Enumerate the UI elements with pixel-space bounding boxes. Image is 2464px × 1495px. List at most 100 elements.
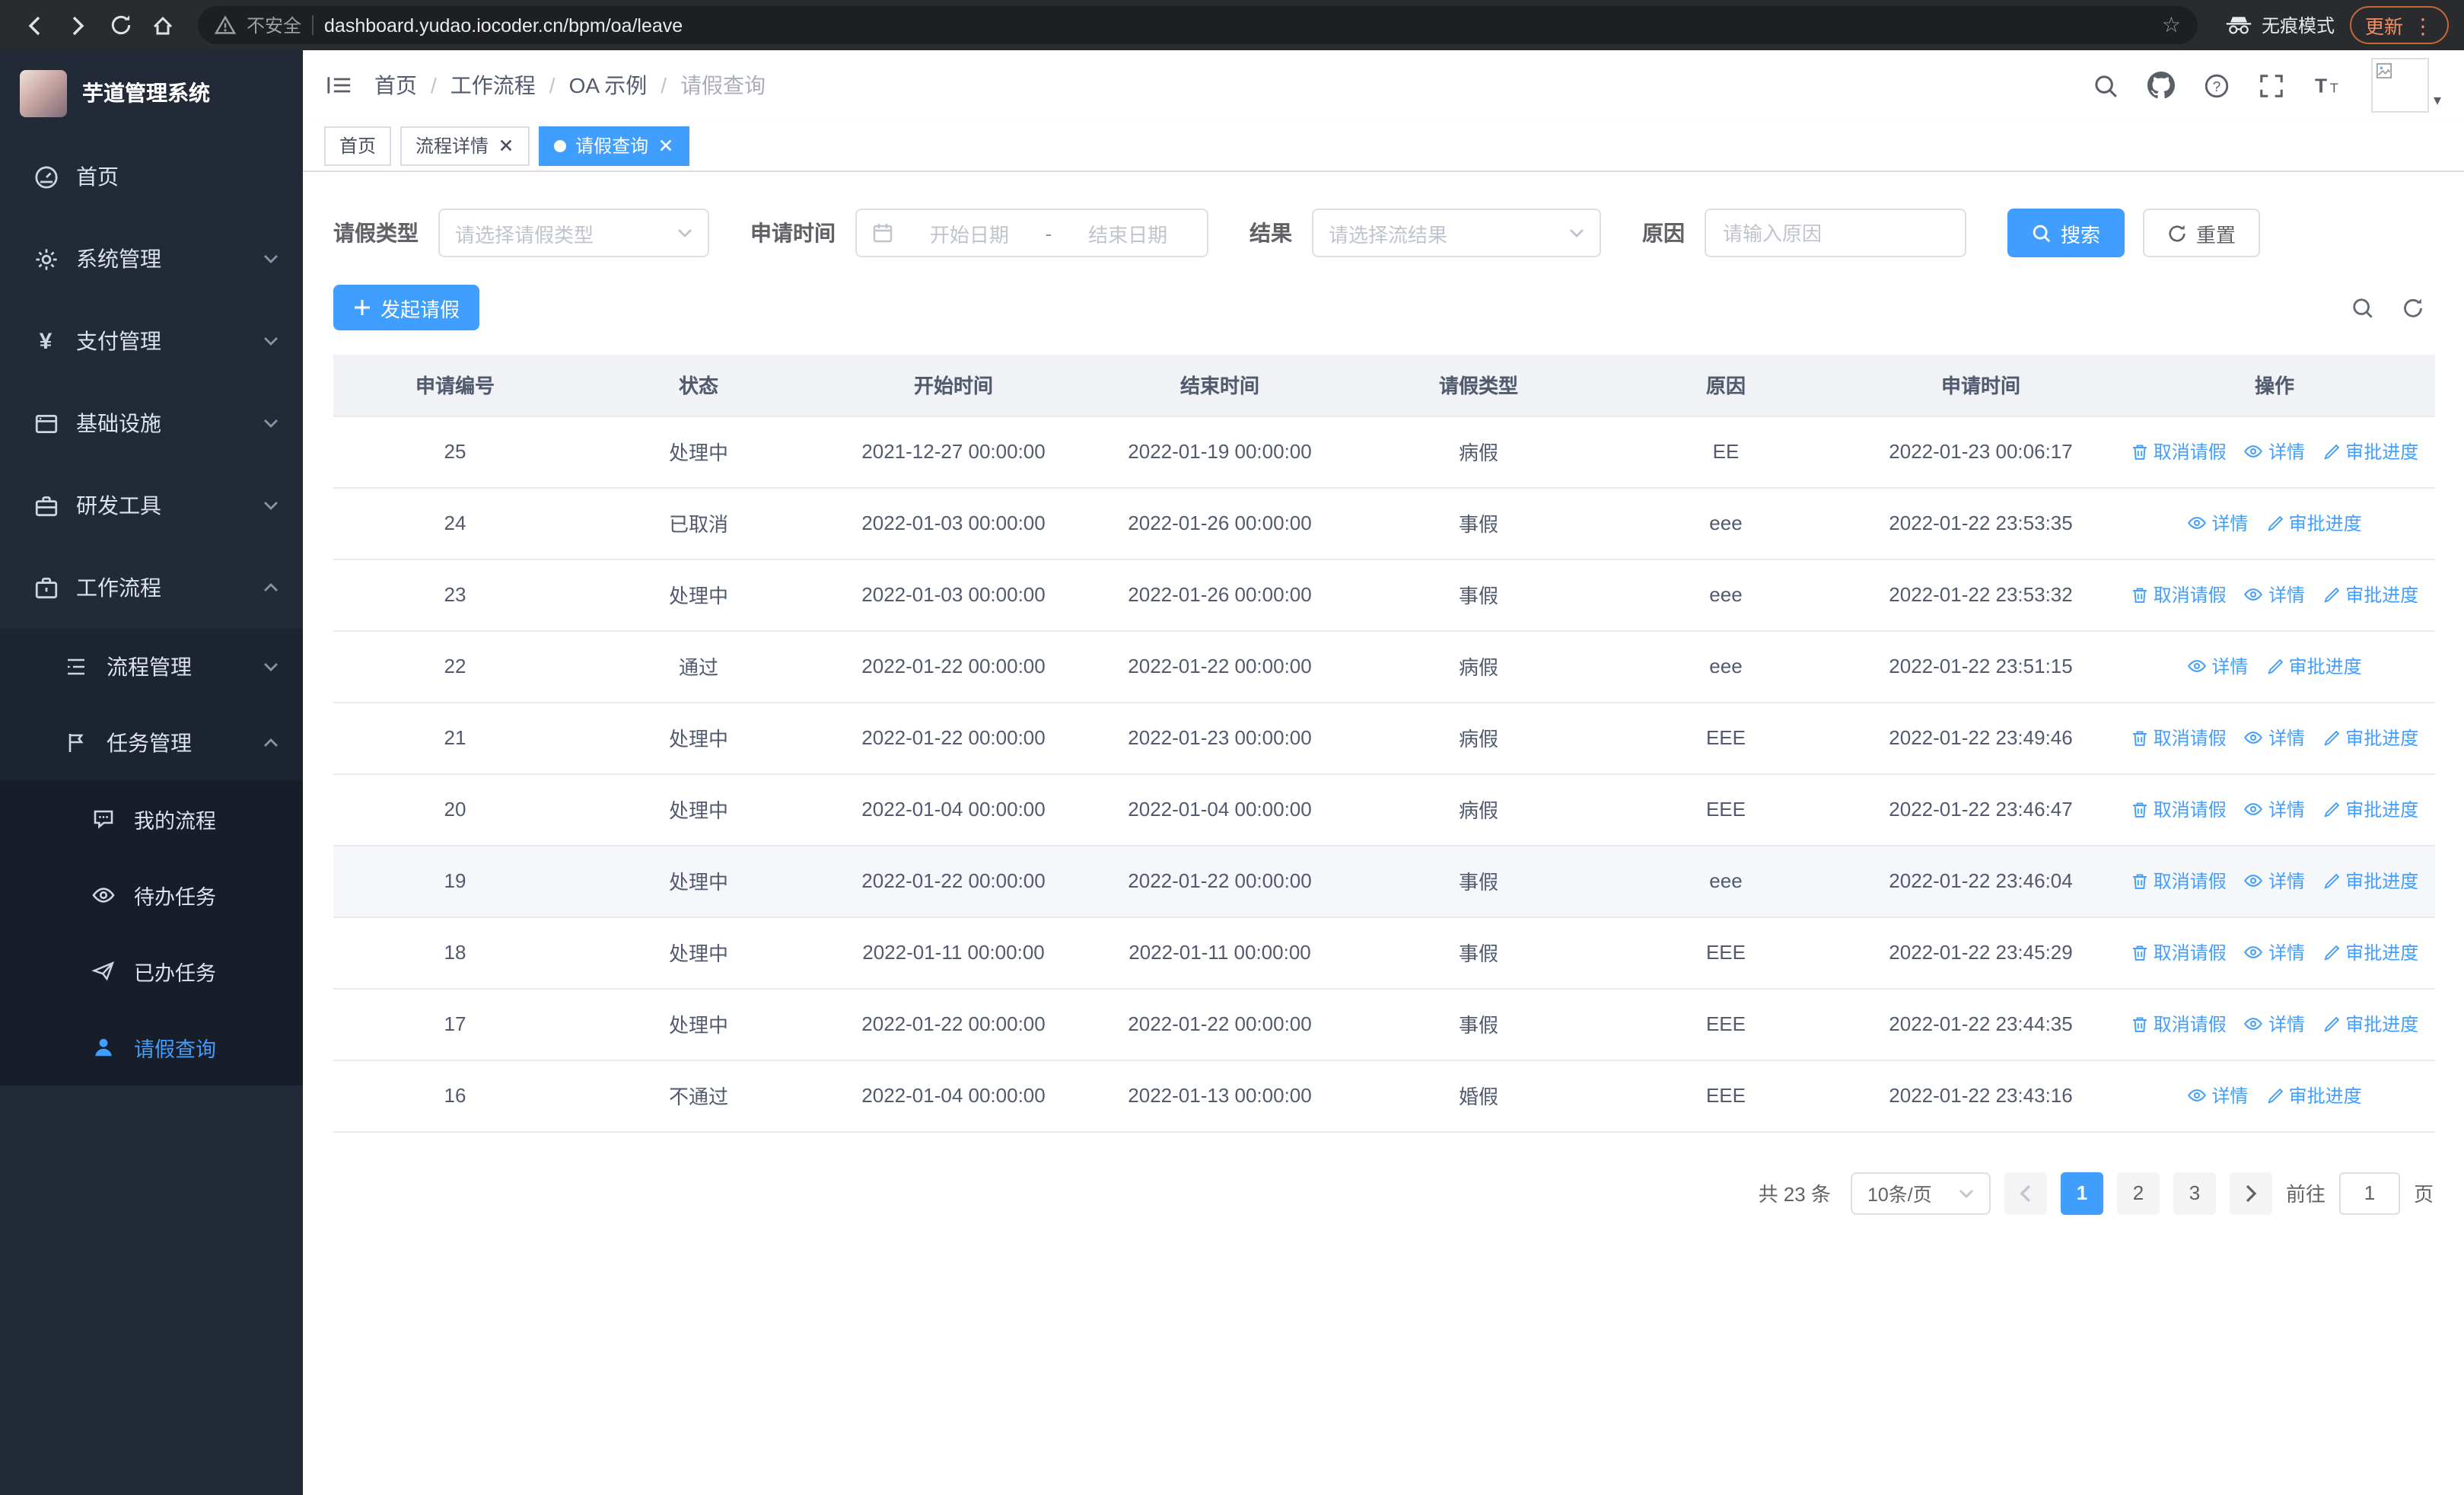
- toggle-search-icon[interactable]: [2351, 296, 2374, 319]
- prev-page-button[interactable]: [2004, 1171, 2047, 1214]
- user-avatar-menu[interactable]: ▾: [2370, 58, 2441, 113]
- cell-leave-type: 病假: [1353, 702, 1604, 774]
- security-label[interactable]: 不安全: [247, 12, 301, 38]
- breadcrumb-item[interactable]: 工作流程: [450, 70, 536, 100]
- close-icon[interactable]: [657, 137, 674, 154]
- sidebar-item-payment[interactable]: ¥ 支付管理: [0, 300, 303, 382]
- cancel-leave-link[interactable]: 取消请假: [2131, 796, 2227, 822]
- detail-link[interactable]: 详情: [2244, 867, 2305, 893]
- reason-input[interactable]: [1705, 209, 1966, 257]
- table-row[interactable]: 16 不通过 2022-01-04 00:00:00 2022-01-13 00…: [333, 1060, 2435, 1132]
- back-icon[interactable]: [15, 5, 55, 45]
- next-page-button[interactable]: [2229, 1171, 2272, 1214]
- cancel-leave-link[interactable]: 取消请假: [2131, 1011, 2227, 1037]
- page-button-1[interactable]: 1: [2060, 1171, 2103, 1214]
- url-text[interactable]: dashboard.yudao.iocoder.cn/bpm/oa/leave: [324, 14, 683, 36]
- help-icon[interactable]: ?: [2204, 72, 2230, 98]
- approval-progress-link[interactable]: 审批进度: [2322, 1011, 2418, 1037]
- table-row[interactable]: 17 处理中 2022-01-22 00:00:00 2022-01-22 00…: [333, 988, 2435, 1060]
- cancel-leave-link[interactable]: 取消请假: [2131, 868, 2227, 894]
- result-select[interactable]: 请选择流结果: [1312, 209, 1601, 257]
- create-leave-button[interactable]: 发起请假: [333, 285, 480, 330]
- sidebar-item-done-tasks[interactable]: 已办任务: [0, 933, 303, 1009]
- broken-image-icon: [2376, 62, 2392, 79]
- font-size-icon[interactable]: TT: [2313, 73, 2342, 97]
- reload-icon[interactable]: [100, 5, 140, 45]
- forward-icon[interactable]: [58, 5, 97, 45]
- chevron-down-icon: [1959, 1189, 1973, 1197]
- page-size-select[interactable]: 10条/页: [1850, 1171, 1991, 1214]
- sidebar-item-devtools[interactable]: 研发工具: [0, 464, 303, 547]
- cancel-leave-link[interactable]: 取消请假: [2131, 725, 2227, 751]
- end-date-placeholder[interactable]: 结束日期: [1064, 218, 1192, 247]
- tab-process-detail[interactable]: 流程详情: [400, 126, 530, 165]
- start-date-placeholder[interactable]: 开始日期: [906, 218, 1033, 247]
- logo-image: [20, 69, 67, 116]
- sidebar-item-infrastructure[interactable]: 基础设施: [0, 382, 303, 464]
- detail-link[interactable]: 详情: [2244, 1010, 2305, 1036]
- sidebar-item-leave-query[interactable]: 请假查询: [0, 1009, 303, 1085]
- breadcrumb-item[interactable]: OA 示例: [569, 70, 648, 100]
- search-button[interactable]: 搜索: [2007, 209, 2125, 257]
- browser-menu-icon[interactable]: ⋮: [2412, 14, 2434, 36]
- breadcrumb-item[interactable]: 首页: [374, 70, 417, 100]
- browser-update-button[interactable]: 更新 ⋮: [2349, 6, 2449, 44]
- filter-label: 申请时间: [750, 221, 836, 245]
- approval-progress-link[interactable]: 审批进度: [2322, 438, 2418, 464]
- table-row[interactable]: 19 处理中 2022-01-22 00:00:00 2022-01-22 00…: [333, 845, 2435, 917]
- sidebar-item-process-management[interactable]: 流程管理: [0, 629, 303, 705]
- sidebar-item-todo-tasks[interactable]: 待办任务: [0, 857, 303, 933]
- cancel-leave-link[interactable]: 取消请假: [2131, 582, 2227, 607]
- detail-link[interactable]: 详情: [2187, 1082, 2248, 1108]
- page-button-3[interactable]: 3: [2173, 1171, 2216, 1214]
- table-row[interactable]: 18 处理中 2022-01-11 00:00:00 2022-01-11 00…: [333, 916, 2435, 989]
- table-row[interactable]: 25 处理中 2021-12-27 00:00:00 2022-01-19 00…: [333, 416, 2435, 488]
- sidebar-item-home[interactable]: 首页: [0, 135, 303, 218]
- fullscreen-icon[interactable]: [2259, 72, 2284, 98]
- detail-link[interactable]: 详情: [2244, 795, 2305, 821]
- detail-link[interactable]: 详情: [2244, 581, 2305, 607]
- table-row[interactable]: 24 已取消 2022-01-03 00:00:00 2022-01-26 00…: [333, 487, 2435, 559]
- detail-link[interactable]: 详情: [2244, 438, 2305, 464]
- sidebar-item-system[interactable]: 系统管理: [0, 218, 303, 300]
- avatar[interactable]: [2370, 58, 2429, 113]
- detail-link[interactable]: 详情: [2187, 652, 2248, 678]
- cell-status: 处理中: [577, 845, 820, 917]
- detail-link[interactable]: 详情: [2244, 724, 2305, 750]
- home-icon[interactable]: [143, 5, 183, 45]
- date-range-picker[interactable]: 开始日期 - 结束日期: [855, 209, 1208, 257]
- approval-progress-link[interactable]: 审批进度: [2266, 653, 2362, 679]
- detail-link[interactable]: 详情: [2187, 509, 2248, 535]
- header-actions: ? TT ▾: [2093, 58, 2441, 113]
- close-icon[interactable]: [498, 137, 514, 154]
- goto-page-input[interactable]: [2338, 1171, 2400, 1214]
- cancel-leave-link[interactable]: 取消请假: [2131, 939, 2227, 965]
- table-row[interactable]: 20 处理中 2022-01-04 00:00:00 2022-01-04 00…: [333, 773, 2435, 846]
- reset-button[interactable]: 重置: [2143, 209, 2261, 257]
- sidebar-item-my-process[interactable]: 我的流程: [0, 781, 303, 857]
- page-button-2[interactable]: 2: [2116, 1171, 2160, 1214]
- table-row[interactable]: 21 处理中 2022-01-22 00:00:00 2022-01-23 00…: [333, 702, 2435, 774]
- table-row[interactable]: 23 处理中 2022-01-03 00:00:00 2022-01-26 00…: [333, 559, 2435, 631]
- approval-progress-link[interactable]: 审批进度: [2322, 725, 2418, 751]
- approval-progress-link[interactable]: 审批进度: [2322, 582, 2418, 607]
- table-row[interactable]: 22 通过 2022-01-22 00:00:00 2022-01-22 00:…: [333, 630, 2435, 703]
- github-icon[interactable]: [2147, 72, 2175, 99]
- tab-home[interactable]: 首页: [324, 126, 392, 165]
- sidebar-item-workflow[interactable]: 工作流程: [0, 547, 303, 629]
- refresh-table-icon[interactable]: [2402, 296, 2424, 319]
- approval-progress-link[interactable]: 审批进度: [2322, 939, 2418, 965]
- sidebar-item-task-management[interactable]: 任务管理: [0, 705, 303, 781]
- tab-leave-query[interactable]: 请假查询: [539, 126, 690, 165]
- search-icon[interactable]: [2093, 72, 2119, 98]
- collapse-sidebar-icon[interactable]: [320, 67, 359, 104]
- detail-link[interactable]: 详情: [2244, 939, 2305, 964]
- cancel-leave-link[interactable]: 取消请假: [2131, 438, 2227, 464]
- approval-progress-link[interactable]: 审批进度: [2322, 868, 2418, 894]
- approval-progress-link[interactable]: 审批进度: [2322, 796, 2418, 822]
- leave-type-select[interactable]: 请选择请假类型: [438, 209, 709, 257]
- bookmark-star-icon[interactable]: ☆: [2162, 12, 2181, 38]
- approval-progress-link[interactable]: 审批进度: [2266, 510, 2362, 536]
- address-bar[interactable]: 不安全 dashboard.yudao.iocoder.cn/bpm/oa/le…: [198, 6, 2198, 44]
- approval-progress-link[interactable]: 审批进度: [2266, 1082, 2362, 1108]
